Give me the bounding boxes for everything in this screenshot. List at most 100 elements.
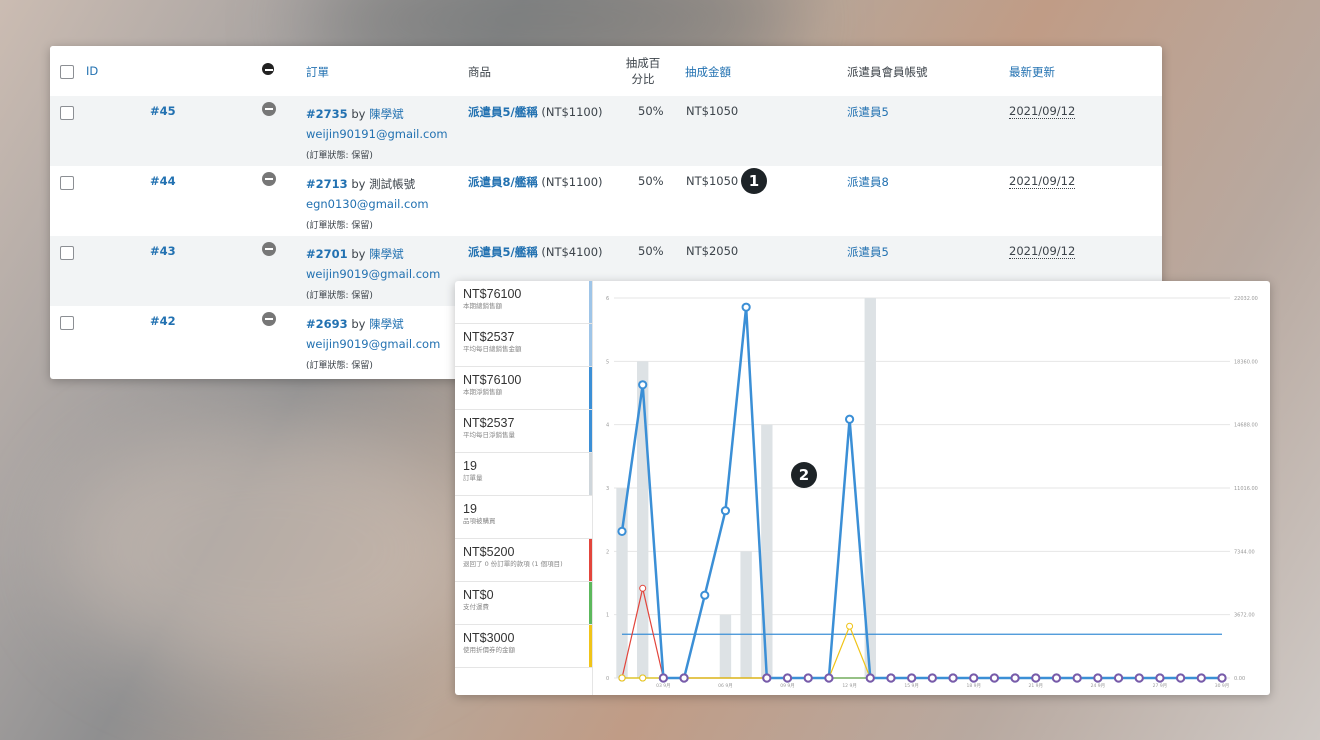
product-price: (NT$1100) [541, 105, 603, 119]
data-point [658, 673, 668, 683]
order-link[interactable]: #2693 [306, 317, 348, 331]
data-point [927, 673, 937, 683]
data-point [1217, 673, 1227, 683]
y-left-tick: 1 [606, 613, 609, 619]
commission-id-link[interactable]: #42 [150, 314, 176, 328]
stat-value: 19 [463, 459, 477, 473]
y-left-tick: 4 [606, 423, 609, 429]
order-link[interactable]: #2713 [306, 177, 348, 191]
stat-item[interactable]: 19 品項被購買 [455, 496, 592, 539]
data-point [639, 584, 647, 592]
data-point [679, 673, 689, 683]
y-left-tick: 5 [606, 359, 609, 365]
select-all-checkbox[interactable] [60, 65, 74, 79]
stat-item[interactable]: NT$76100 本期淨銷售額 [455, 367, 592, 410]
data-point [1031, 673, 1041, 683]
x-tick-label: 09 9月 [780, 683, 795, 689]
data-point [1155, 673, 1165, 683]
data-point [1072, 673, 1082, 683]
series-line [620, 307, 1222, 680]
x-tick-label: 12 9月 [842, 683, 857, 689]
sort-amount-link[interactable]: 抽成金額 [685, 64, 731, 80]
stat-item[interactable]: NT$2537 平均每日總銷售金額 [455, 324, 592, 367]
stat-item[interactable]: NT$5200 退回了 0 份訂單的款項 (1 個項目) [455, 539, 592, 582]
sales-chart: 0 0.00 1 3672.00 2 7344.00 3 11016.00 4 14688.00 5… [606, 296, 1258, 689]
stat-value: NT$2537 [463, 416, 515, 430]
order-bar [740, 551, 752, 678]
customer-link[interactable]: 陳學斌 [369, 107, 404, 121]
product-cell: 派遣員8/艦稱 (NT$1100) [468, 174, 603, 190]
data-point [1093, 673, 1103, 683]
data-point [1196, 673, 1206, 683]
status-icon [262, 242, 276, 256]
table-row: #45 #2735 by 陳學斌 weijin90191@gmail.com (… [50, 96, 1162, 166]
row-checkbox[interactable] [60, 106, 74, 120]
y-left-tick: 3 [606, 486, 609, 492]
row-checkbox[interactable] [60, 176, 74, 190]
status-icon [262, 172, 276, 186]
sort-order-link[interactable]: 訂單 [306, 64, 329, 80]
order-bar [616, 488, 628, 678]
x-tick-label: 24 9月 [1091, 683, 1106, 689]
email-link[interactable]: weijin9019@gmail.com [306, 337, 440, 351]
customer-link[interactable]: 陳學斌 [369, 247, 404, 261]
data-point [824, 673, 834, 683]
by-text: by [351, 247, 366, 261]
x-tick-label: 15 9月 [904, 683, 919, 689]
y-left-tick: 0 [606, 676, 609, 682]
x-tick-label: 03 9月 [656, 683, 671, 689]
email-link[interactable]: egn0130@gmail.com [306, 197, 429, 211]
stat-item[interactable]: NT$0 支付運費 [455, 582, 592, 625]
email-link[interactable]: weijin9019@gmail.com [306, 267, 440, 281]
y-right-tick: 14688.00 [1234, 423, 1258, 429]
order-status: (訂單狀態: 保留) [306, 221, 373, 231]
stat-label: 訂單量 [463, 474, 483, 482]
stat-item[interactable]: NT$3000 使用折價券的金額 [455, 625, 592, 668]
sort-updated-link[interactable]: 最新更新 [1009, 64, 1055, 80]
product-link[interactable]: 派遣員5/艦稱 [468, 105, 538, 119]
stat-item[interactable]: NT$2537 平均每日淨銷售量 [455, 410, 592, 453]
row-checkbox[interactable] [60, 316, 74, 330]
data-point [948, 673, 958, 683]
commission-id-link[interactable]: #43 [150, 244, 176, 258]
account-link[interactable]: 派遣員5 [847, 104, 889, 120]
row-checkbox[interactable] [60, 246, 74, 260]
data-point [720, 506, 731, 516]
account-link[interactable]: 派遣員8 [847, 174, 889, 190]
product-cell: 派遣員5/艦稱 (NT$4100) [468, 244, 603, 260]
stat-label: 本期總銷售額 [463, 302, 502, 310]
data-point [1010, 673, 1020, 683]
stat-label: 平均每日總銷售金額 [463, 345, 522, 353]
stat-item[interactable]: NT$76100 本期總銷售額 [455, 281, 592, 324]
product-link[interactable]: 派遣員8/艦稱 [468, 175, 538, 189]
order-link[interactable]: #2735 [306, 107, 348, 121]
series-line [621, 588, 1222, 679]
x-tick-label: 21 9月 [1029, 683, 1044, 689]
order-link[interactable]: #2701 [306, 247, 348, 261]
data-point [1113, 673, 1124, 683]
account-link[interactable]: 派遣員5 [847, 244, 889, 260]
data-point [969, 673, 979, 683]
amount-value: NT$2050 [686, 244, 739, 258]
stat-item[interactable]: 19 訂單量 [455, 453, 592, 496]
data-point [844, 414, 855, 424]
order-cell: #2693 by 陳學斌 weijin9019@gmail.com (訂單狀態:… [306, 314, 440, 376]
y-right-tick: 0.00 [1234, 676, 1245, 682]
stat-value: NT$76100 [463, 287, 522, 301]
by-text: by [351, 317, 366, 331]
y-right-tick: 3672.00 [1234, 613, 1255, 619]
commission-id-link[interactable]: #44 [150, 174, 176, 188]
data-point [700, 590, 710, 600]
customer-link[interactable]: 陳學斌 [369, 317, 404, 331]
commission-id-link[interactable]: #45 [150, 104, 176, 118]
stat-label: 平均每日淨銷售量 [463, 431, 515, 439]
y-right-tick: 11016.00 [1234, 486, 1258, 492]
stat-label: 使用折價券的金額 [463, 646, 515, 654]
sort-id-link[interactable]: ID [86, 64, 98, 78]
product-link[interactable]: 派遣員5/艦稱 [468, 245, 538, 259]
y-left-tick: 6 [606, 296, 609, 302]
order-cell: #2701 by 陳學斌 weijin9019@gmail.com (訂單狀態:… [306, 244, 440, 306]
email-link[interactable]: weijin90191@gmail.com [306, 127, 448, 141]
x-tick-label: 30 9月 [1215, 683, 1230, 689]
data-point [846, 622, 854, 630]
